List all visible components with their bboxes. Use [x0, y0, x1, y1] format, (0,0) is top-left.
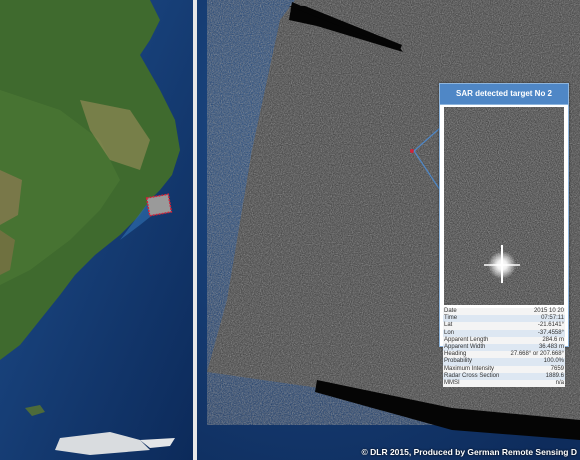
- row-value: -21.6141°: [537, 322, 564, 329]
- row-label: Heading: [444, 351, 467, 358]
- row-value: 284.6 m: [542, 336, 564, 343]
- copyright-credit: © DLR 2015, Produced by German Remote Se…: [361, 447, 577, 457]
- target-marker: [410, 149, 414, 153]
- table-row: Apparent Length 284.6 m: [443, 336, 565, 345]
- overview-map-canvas: [0, 0, 193, 460]
- target-info-popup[interactable]: SAR detected target No 2 Date 2015 10 20…: [439, 83, 569, 388]
- row-value: 1889.6: [545, 372, 564, 379]
- row-label: Time: [444, 315, 458, 322]
- row-label: Probability: [444, 358, 473, 365]
- row-value: 07:57:11: [541, 315, 564, 322]
- row-value: 100.0%: [543, 358, 564, 365]
- row-value: -37.4558°: [537, 329, 564, 336]
- row-value: 36.483 m: [538, 344, 564, 351]
- table-row: Maximum Intensity 7659: [443, 365, 565, 373]
- overview-map[interactable]: [0, 0, 193, 460]
- sar-footprint-marker: [145, 193, 173, 217]
- row-value: 27.668° or 207.668°: [510, 351, 564, 358]
- row-value: n/a: [555, 380, 564, 387]
- row-label: Radar Cross Section: [444, 372, 500, 379]
- table-row: Date 2015 10 20: [443, 308, 565, 316]
- table-row: Probability 100.0%: [443, 358, 565, 366]
- row-value: 2015 10 20: [533, 308, 564, 314]
- table-row: Heading 27.668° or 207.668°: [443, 351, 565, 359]
- table-row: Radar Cross Section 1889.6: [443, 372, 565, 381]
- popup-title: SAR detected target No 2: [440, 84, 568, 105]
- target-sar-chip: [444, 107, 564, 305]
- row-label: Apparent Length: [444, 336, 489, 343]
- table-row: MMSI n/a: [443, 380, 565, 388]
- row-label: Apparent Width: [444, 344, 486, 351]
- row-label: Lat: [444, 322, 453, 329]
- row-label: MMSI: [444, 380, 460, 387]
- row-label: Lon: [444, 329, 455, 336]
- target-attribute-table: Date 2015 10 20 Time 07:57:11 Lat -21.6141°…: [443, 308, 565, 388]
- row-label: Maximum Intensity: [444, 365, 495, 372]
- table-row: Apparent Width 36.483 m: [443, 344, 565, 352]
- table-row: Lat -21.6141°: [443, 322, 565, 330]
- row-value: 7659: [550, 365, 564, 372]
- row-label: Date: [444, 308, 457, 314]
- table-row: Time 07:57:11: [443, 315, 565, 323]
- table-row: Lon -37.4558°: [443, 329, 565, 337]
